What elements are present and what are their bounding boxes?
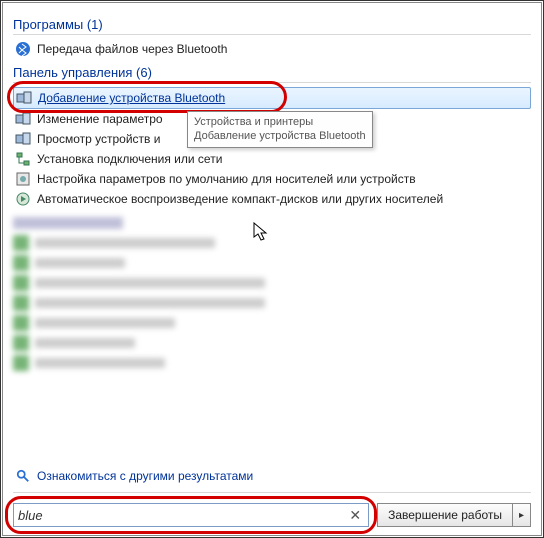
result-item[interactable]: Автоматическое воспроизведение компакт-д… xyxy=(13,189,531,209)
search-box[interactable]: ✕ xyxy=(13,503,369,527)
section-header-programs: Программы (1) xyxy=(13,17,531,35)
result-item[interactable]: Передача файлов через Bluetooth xyxy=(13,39,531,59)
result-label: Добавление устройства Bluetooth xyxy=(38,91,225,105)
result-label: Просмотр устройств и xyxy=(37,132,160,146)
result-item[interactable]: Настройка параметров по умолчанию для но… xyxy=(13,169,531,189)
autoplay-icon xyxy=(15,191,31,207)
see-more-label: Ознакомиться с другими результатами xyxy=(37,469,253,483)
result-item-selected[interactable]: Добавление устройства Bluetooth xyxy=(13,87,531,109)
shutdown-button[interactable]: Завершение работы xyxy=(377,503,513,527)
result-label: Установка подключения или сети xyxy=(37,152,222,166)
result-label: Изменение параметро xyxy=(37,112,163,126)
result-label: Передача файлов через Bluetooth xyxy=(37,42,227,56)
network-icon xyxy=(15,151,31,167)
tooltip: Устройства и принтеры Добавление устройс… xyxy=(187,111,373,148)
section-header-control-panel: Панель управления (6) xyxy=(13,65,531,83)
bluetooth-icon xyxy=(15,41,31,57)
settings-icon xyxy=(15,171,31,187)
tooltip-line: Устройства и принтеры xyxy=(194,115,366,129)
see-more-results[interactable]: Ознакомиться с другими результатами xyxy=(13,466,531,486)
devices-icon xyxy=(15,111,31,127)
blurred-results xyxy=(13,217,531,375)
shutdown-menu-arrow[interactable]: ▸ xyxy=(513,503,531,527)
search-input[interactable] xyxy=(18,508,346,523)
devices-icon xyxy=(15,131,31,147)
tooltip-line: Добавление устройства Bluetooth xyxy=(194,129,366,143)
devices-icon xyxy=(16,90,32,106)
result-item[interactable]: Установка подключения или сети xyxy=(13,149,531,169)
result-label: Автоматическое воспроизведение компакт-д… xyxy=(37,192,443,206)
search-icon xyxy=(15,468,31,484)
shutdown-label: Завершение работы xyxy=(388,508,502,522)
result-label: Настройка параметров по умолчанию для но… xyxy=(37,172,416,186)
clear-icon[interactable]: ✕ xyxy=(346,507,364,524)
